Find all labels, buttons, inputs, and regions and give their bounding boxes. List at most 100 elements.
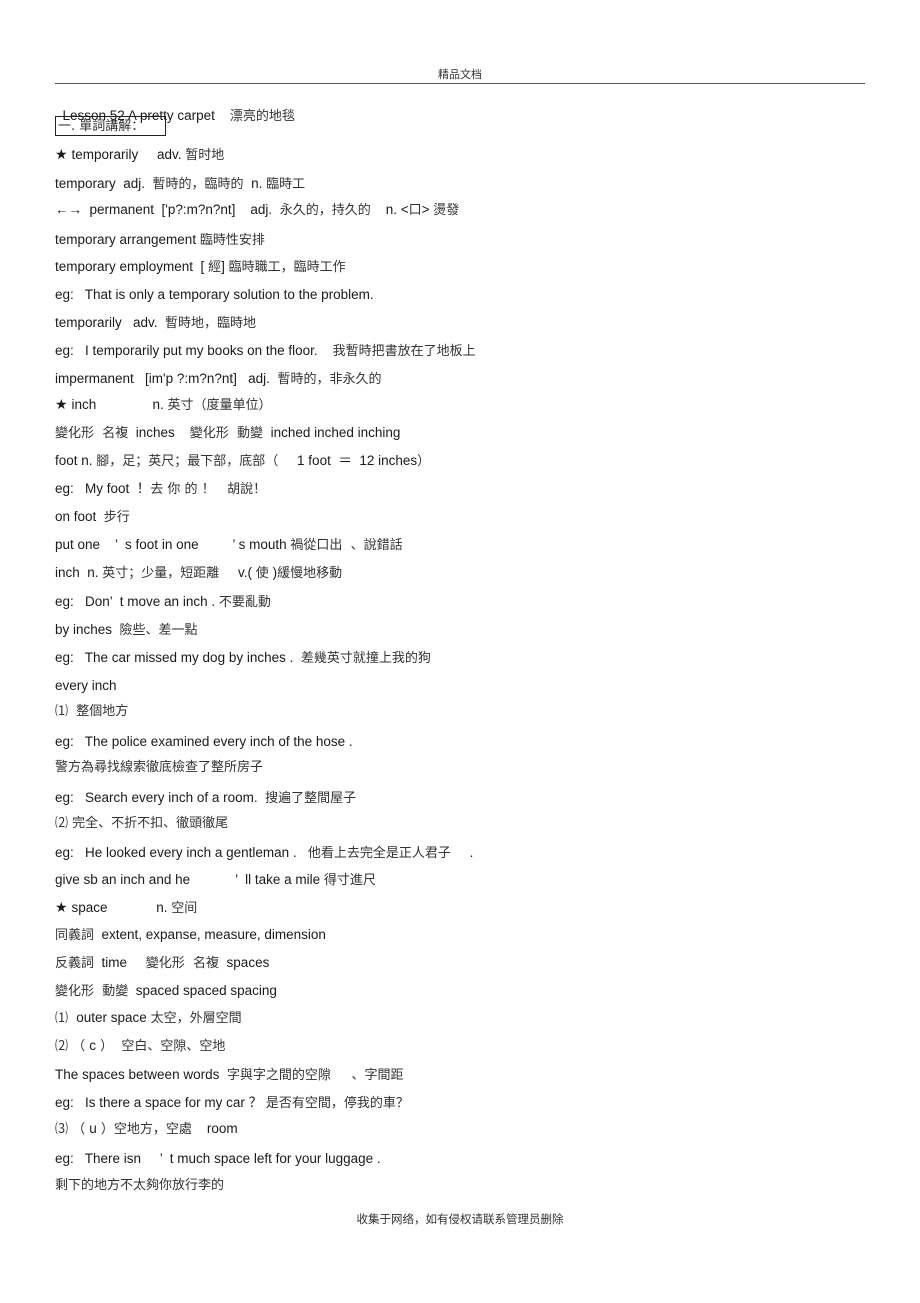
star-icon: ★ <box>55 146 72 162</box>
text-fragment: eg: That is only a temporary solution to… <box>55 287 374 302</box>
text-fragment: eg: The car missed my dog by inches . <box>55 650 301 665</box>
text-fragment: inch n. <box>71 397 168 412</box>
text-line: The spaces between words 字與字之間的空隙 、字間距 <box>55 1067 404 1084</box>
text-fragment: 同義詞 <box>55 928 95 943</box>
text-fragment: inches <box>128 425 190 440</box>
text-fragment: 他看上去完全是正人君子 <box>307 846 451 861</box>
text-line: ★ inch n. 英寸（度量单位） <box>55 396 272 414</box>
text-fragment: ）空地方，空處 <box>96 1122 192 1137</box>
text-fragment: > <box>421 202 434 217</box>
text-line: give sb an inch and he ’ ll take a mile … <box>55 872 376 889</box>
text-line: ⑴ 整個地方 <box>55 703 128 720</box>
text-line: eg: The police examined every inch of th… <box>55 734 353 750</box>
text-line: ⑵ 完全、不折不扣、徹頭徹尾 <box>55 815 228 832</box>
text-fragment: temporarily adv. <box>55 315 166 330</box>
text-fragment: put one ’ s foot in one ’ s mouth <box>55 537 291 552</box>
text-fragment: give sb an inch and he ’ ll take a mile <box>55 872 324 887</box>
text-fragment: 暂时地 <box>185 148 225 163</box>
text-fragment: eg: Don’ t move an inch . <box>55 594 219 609</box>
text-fragment: ] <box>221 259 229 274</box>
text-fragment: 我暫時把書放在了地板上 <box>332 344 476 359</box>
text-fragment: . <box>450 845 474 860</box>
text-line: inch n. 英寸；少量，短距離 v.( 使 )緩慢地移動 <box>55 565 342 582</box>
text-fragment: 經 <box>208 260 222 275</box>
header-divider <box>55 83 865 84</box>
text-fragment: ） <box>417 454 431 469</box>
text-line: ★ space n. 空间 <box>55 899 197 917</box>
text-fragment: 是否有空間，停我的車？ <box>265 1096 409 1111</box>
text-line: eg: I temporarily put my books on the fl… <box>55 343 476 360</box>
text-fragment: 剩下的地方不太夠你放行李的 <box>55 1178 225 1193</box>
text-line: eg: That is only a temporary solution to… <box>55 287 374 303</box>
text-fragment: 太空，外層空間 <box>150 1011 242 1026</box>
text-fragment: ⑵ 完全、不折不扣、徹頭徹尾 <box>55 816 229 831</box>
text-fragment: ) <box>268 565 278 580</box>
text-fragment: 口 <box>408 203 422 218</box>
text-line: 同義詞 extent, expanse, measure, dimension <box>55 927 326 944</box>
text-fragment: 暫時的，臨時的 <box>152 177 244 192</box>
text-fragment: 英寸（度量单位） <box>167 398 272 413</box>
lesson-title-cn: 漂亮的地毯 <box>229 109 295 124</box>
text-fragment: 臨時職工，臨時工作 <box>228 260 346 275</box>
text-fragment: 變化形 動變 <box>55 984 129 999</box>
text-fragment: eg: My foot ！ <box>55 481 151 496</box>
text-fragment: spaced spaced spacing <box>128 983 277 998</box>
text-fragment: 使 <box>255 566 269 581</box>
text-line: ←→ permanent ['p?:m?n?nt] adj. 永久的，持久的 n… <box>55 202 459 219</box>
text-fragment: impermanent [im'p ?:m?n?nt] adj. <box>55 371 278 386</box>
star-icon: ★ <box>55 899 72 915</box>
text-fragment: v.( <box>219 565 256 580</box>
text-fragment: 暫時的，非永久的 <box>277 372 382 387</box>
text-fragment: 險些、差一點 <box>119 623 198 638</box>
text-fragment: 臨時性安排 <box>199 233 265 248</box>
text-fragment: 1 foot ＝ 12 inches <box>278 453 418 468</box>
text-line: impermanent [im'p ?:m?n?nt] adj. 暫時的，非永久… <box>55 371 381 388</box>
text-fragment: temporary arrangement <box>55 232 200 247</box>
text-line: 變化形 名複 inches 變化形 動變 inched inched inchi… <box>55 425 400 442</box>
text-fragment: 禍從口出 、說錯話 <box>290 538 403 553</box>
text-line: 剩下的地方不太夠你放行李的 <box>55 1177 224 1194</box>
text-fragment: time <box>94 955 146 970</box>
text-fragment: n. <box>243 176 267 191</box>
text-fragment: every inch <box>55 678 117 693</box>
text-fragment: extent, expanse, measure, dimension <box>94 927 326 942</box>
text-line: temporarily adv. 暫時地，臨時地 <box>55 315 256 332</box>
text-fragment: by inches <box>55 622 120 637</box>
text-fragment: ⑴ 整個地方 <box>55 704 129 719</box>
text-fragment: eg: Search every inch of a room. <box>55 790 266 805</box>
text-fragment: on foot <box>55 509 104 524</box>
text-fragment: 腳，足；英尺；最下部，底部（ <box>96 454 279 469</box>
text-fragment: ⑴ <box>55 1011 77 1026</box>
text-fragment: 燙發 <box>433 203 460 218</box>
text-line: eg: He looked every inch a gentleman . 他… <box>55 845 473 862</box>
text-line: 警方為尋找線索徹底檢查了整所房子 <box>55 759 263 776</box>
text-fragment: room <box>191 1121 238 1136</box>
text-line: eg: Don’ t move an inch . 不要亂動 <box>55 594 271 611</box>
text-fragment: temporarily adv. <box>71 147 186 162</box>
text-fragment: 暫時地，臨時地 <box>165 316 257 331</box>
text-line: foot n. 腳，足；英尺；最下部，底部（ 1 foot ＝ 12 inche… <box>55 453 430 470</box>
text-fragment: eg: I temporarily put my books on the fl… <box>55 343 333 358</box>
text-line: ⑴ outer space 太空，外層空間 <box>55 1010 242 1027</box>
page-header: 精品文档 <box>438 68 482 81</box>
text-fragment: spaces <box>219 955 270 970</box>
text-fragment: u <box>89 1121 97 1136</box>
text-line: by inches 險些、差一點 <box>55 622 198 639</box>
text-fragment: eg: The police examined every inch of th… <box>55 734 353 749</box>
text-fragment: space n. <box>71 900 172 915</box>
text-fragment: 緩慢地移動 <box>277 566 343 581</box>
text-line: eg: Is there a space for my car ？ 是否有空間，… <box>55 1095 409 1112</box>
text-fragment: 警方為尋找線索徹底檢查了整所房子 <box>55 760 264 775</box>
text-line: every inch <box>55 678 117 694</box>
text-fragment: The spaces between words <box>55 1067 227 1082</box>
text-line: 反義詞 time 變化形 名複 spaces <box>55 955 269 972</box>
text-fragment: 變化形 名複 <box>55 426 129 441</box>
text-fragment: temporary adj. <box>55 176 153 191</box>
text-fragment: 反義詞 <box>55 956 95 971</box>
text-line: eg: There isn ’ t much space left for yo… <box>55 1151 381 1167</box>
text-line: ★ temporarily adv. 暂时地 <box>55 146 224 164</box>
section-heading-box: 一. 單詞講解： <box>55 116 166 136</box>
text-fragment: 得寸進尺 <box>323 873 376 888</box>
text-fragment: 去 你 的 ！ 胡說！ <box>150 482 267 497</box>
text-fragment: 不要亂動 <box>218 595 271 610</box>
